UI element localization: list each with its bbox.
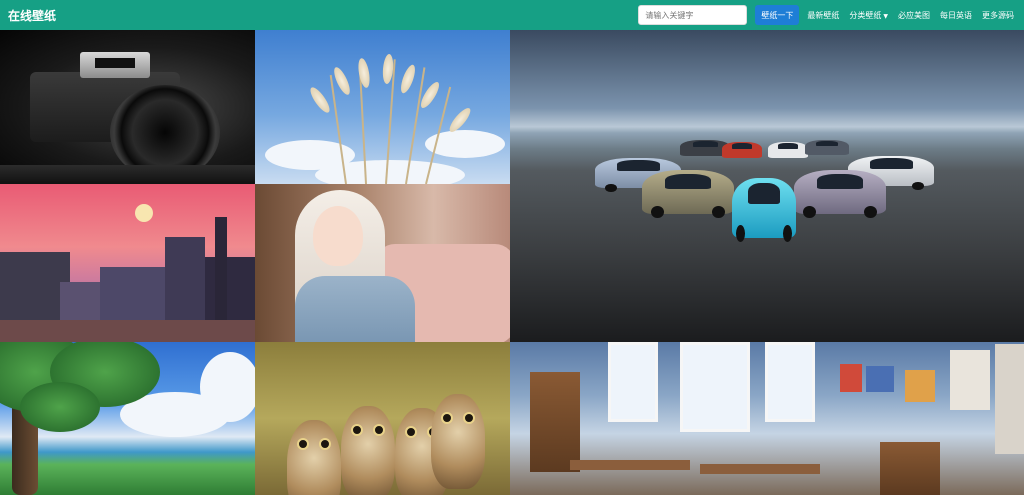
bookshelf [530,372,580,472]
owl [431,394,485,489]
poster [950,350,990,410]
car-wheel [735,225,745,242]
face [313,206,363,266]
car-window [665,173,711,189]
car [768,142,808,158]
car-wheel [863,205,877,218]
cloud [315,160,465,184]
window [680,342,750,432]
car [642,170,734,218]
sun [135,204,153,222]
nav-link-categories-label: 分类壁纸 [849,10,882,20]
camera-label [95,58,135,68]
camera-table [0,165,255,184]
bookshelf [880,442,940,495]
car-window [748,182,780,204]
car [794,170,886,218]
site-brand[interactable]: 在线壁纸 [8,7,56,24]
car-wheel [911,181,924,190]
reed-head [331,65,353,97]
wallpaper-camera[interactable] [0,30,255,184]
window [765,342,815,422]
owl-eye [351,424,363,436]
car-window [816,141,838,147]
car-window [778,143,798,149]
car-window [817,173,863,189]
car-wheel [783,225,793,242]
reed-head [307,84,333,116]
car-window [869,158,913,169]
search-button[interactable]: 壁纸一下 [755,5,800,25]
chevron-down-icon: ▼ [883,12,888,20]
owl-eye [405,426,417,438]
rooftop [0,320,255,342]
wallpaper-room[interactable] [510,342,1024,495]
poster [866,366,894,392]
wallpaper-owls[interactable] [255,342,510,495]
reed-head [398,63,418,95]
nav-link-daily-english[interactable]: 每日英语 [938,10,974,21]
car-wheel [711,205,725,218]
wallpaper-anime-girl[interactable] [255,184,510,342]
owl-eye [373,424,385,436]
owl [341,406,395,495]
car-wheel [605,183,618,192]
reed-head [356,57,372,89]
owl-eye [441,412,453,424]
poster [995,344,1024,454]
wallpaper-reeds[interactable] [255,30,510,184]
owl-eye [319,438,331,450]
owl-eye [297,438,309,450]
nav-link-latest[interactable]: 最新壁纸 [805,10,841,21]
car-wheel [651,205,665,218]
tree-canopy [20,382,100,432]
nav-link-bing[interactable]: 必应美图 [896,10,932,21]
desk [700,464,820,474]
owl-eye [463,412,475,424]
poster [840,364,862,392]
car-window [616,160,660,171]
wallpaper-tree-coast[interactable] [0,342,255,495]
car-wheel [803,205,817,218]
poster [905,370,935,402]
car [805,140,849,155]
desk [570,460,690,470]
nav-link-more-source[interactable]: 更多源码 [980,10,1016,21]
window [608,342,658,422]
wallpaper-cars[interactable] [510,30,1024,342]
nav-link-categories[interactable]: 分类壁纸 ▼ [847,10,890,21]
owl [287,420,341,495]
car [732,178,796,242]
navbar-actions: 壁纸一下 最新壁纸 分类壁纸▼ 必应美图 每日英语 更多源码 [638,0,1016,30]
robe [295,276,415,342]
cloud [200,352,255,422]
car-window [732,143,752,149]
car [722,142,762,158]
search-input[interactable] [638,5,748,25]
car-window [692,141,718,147]
wallpaper-city-sunset[interactable] [0,184,255,342]
top-navbar: 在线壁纸 壁纸一下 最新壁纸 分类壁纸▼ 必应美图 每日英语 更多源码 [0,0,1024,30]
